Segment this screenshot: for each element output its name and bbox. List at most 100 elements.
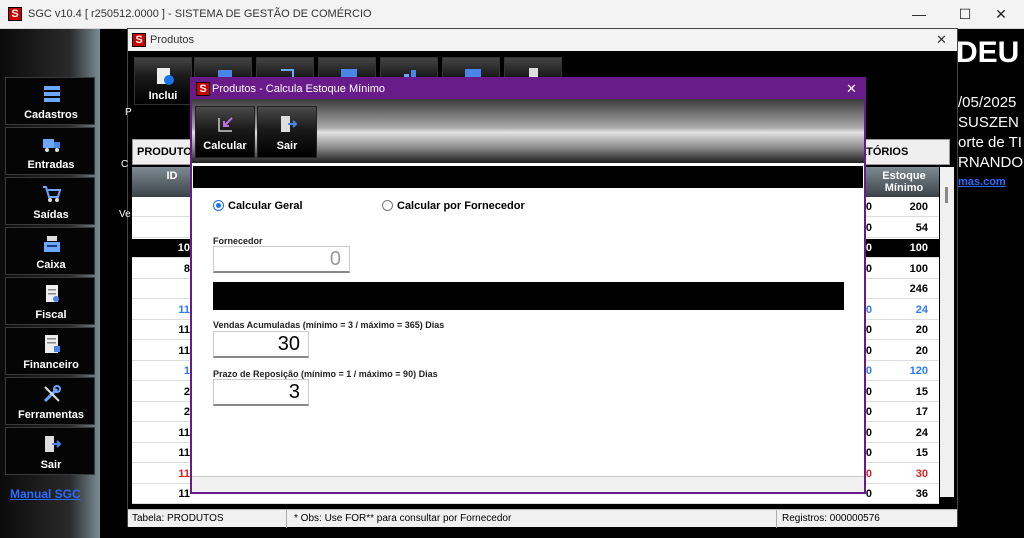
fornecedor-field[interactable]: 0 [213, 246, 350, 273]
main-window-title: SGC v10.4 [ r250512.0000 ] - SISTEMA DE … [28, 8, 372, 20]
prazo-reposicao-field[interactable]: 3 [213, 379, 309, 406]
cell-estoque-minimo: 100 [909, 242, 928, 254]
sidebar-item-ferramentas[interactable]: Ferramentas [5, 377, 95, 425]
produtos-close-button[interactable]: ✕ [936, 32, 947, 48]
sidebar-item-cadastros[interactable]: Cadastros [5, 77, 95, 125]
cell-id: 1 [183, 365, 190, 377]
cell-id: 11 [178, 426, 190, 439]
sidebar-item-label: Fiscal [35, 309, 67, 321]
radio-calcular-por-fornecedor[interactable]: Calcular por Fornecedor [382, 200, 525, 212]
scrollbar-thumb[interactable] [945, 187, 948, 203]
dialog-title: Produtos - Calcula Estoque Mínimo [212, 83, 386, 95]
cart-icon [43, 186, 62, 202]
sidebar-item-label: Saídas [33, 209, 69, 221]
calculate-icon [218, 117, 233, 132]
radio-unselected-indicator[interactable] [382, 200, 393, 211]
status-table: Tabela: PRODUTOS [132, 513, 224, 524]
tab-produto[interactable]: PRODUTO [132, 139, 194, 165]
produtos-title-bar: S Produtos ✕ [128, 29, 957, 51]
side-letter-p: P [125, 107, 132, 118]
radio-calcular-geral[interactable]: Calcular Geral [213, 200, 303, 212]
cell-id: 11 [178, 324, 190, 336]
cell-estoque-minimo: 20 [915, 324, 928, 336]
add-document-icon [157, 68, 174, 85]
radio-calcular-geral-label: Calcular Geral [228, 200, 303, 212]
sidebar-item-sair[interactable]: Sair [5, 427, 95, 475]
manual-sgc-link[interactable]: Manual SGC [10, 487, 81, 501]
cell-estoque-minimo: 24 [915, 426, 928, 439]
cell-estoque-minimo: 15 [915, 447, 928, 459]
vendas-acumuladas-field[interactable]: 30 [213, 331, 309, 358]
sair-button[interactable]: Sair [257, 106, 317, 158]
sidebar-item-label: Financeiro [23, 359, 79, 371]
cell-estoque-minimo: 120 [909, 365, 928, 377]
calcula-estoque-minimo-dialog: S Produtos - Calcula Estoque Mínimo ✕ Ca… [190, 77, 866, 494]
cell-id: 2 [183, 385, 190, 398]
close-button[interactable]: ✕ [978, 0, 1024, 29]
sidebar-item-caixa[interactable]: Caixa [5, 227, 95, 275]
main-sidebar: Cadastros Entradas Saídas Caixa Fiscal F… [0, 29, 100, 538]
status-divider [776, 510, 777, 528]
cell-estoque-minimo: 30 [915, 467, 928, 480]
tools-icon [43, 385, 61, 403]
sidebar-item-entradas[interactable]: Entradas [5, 127, 95, 175]
status-registros: Registros: 000000576 [782, 513, 880, 524]
app-logo: S [8, 7, 22, 21]
vendas-acumuladas-label: Vendas Acumuladas (mínimo = 3 / máximo =… [213, 320, 445, 330]
dialog-title-bar: S Produtos - Calcula Estoque Mínimo ✕ [192, 79, 864, 99]
dialog-close-button[interactable]: ✕ [846, 81, 857, 97]
dialog-header-band [193, 166, 863, 188]
user-text: SUSZEN [958, 114, 1019, 131]
sidebar-item-financeiro[interactable]: Financeiro [5, 327, 95, 375]
column-header-estoque-minimo[interactable]: Estoque Mínimo [876, 170, 932, 194]
cell-id: 2 [183, 406, 190, 418]
toolbar-button-label: Sair [276, 140, 298, 152]
radio-selected-indicator[interactable] [213, 200, 224, 211]
prazo-reposicao-label: Prazo de Reposição (mínimo = 1 / máximo … [213, 369, 438, 379]
toolbar-button-label: Inclui [148, 90, 178, 102]
site-link[interactable]: mas.com [958, 176, 1006, 188]
app-logo: S [196, 82, 210, 96]
cell-estoque-minimo: 24 [915, 303, 928, 316]
support-text: orte de TI [958, 134, 1022, 151]
fornecedor-label: Fornecedor [213, 236, 263, 246]
name-text: RNANDO [958, 154, 1024, 171]
dialog-status-bar [192, 476, 864, 492]
database-icon [44, 86, 60, 102]
cell-id: 11 [178, 303, 190, 316]
cell-estoque-minimo: 17 [915, 406, 928, 418]
cell-estoque-minimo: 54 [915, 221, 928, 234]
toolbar-button-label: Calcular [203, 140, 247, 152]
truck-icon [43, 139, 60, 152]
cell-id: 11 [178, 447, 190, 459]
side-letter-c: C [121, 159, 129, 170]
exit-door-icon [281, 116, 298, 132]
cell-estoque-minimo: 36 [915, 488, 928, 500]
cell-id: 11 [178, 488, 190, 500]
sidebar-item-fiscal[interactable]: Fiscal [5, 277, 95, 325]
calcular-button[interactable]: Calcular [195, 106, 255, 158]
sidebar-item-saidas[interactable]: Saídas [5, 177, 95, 225]
toolbar-inclui-button[interactable]: Inclui [134, 57, 192, 105]
sidebar-item-label: Cadastros [24, 109, 78, 121]
minimize-button[interactable]: — [896, 0, 942, 29]
sidebar-item-label: Entradas [27, 159, 75, 171]
grid-scrollbar[interactable] [940, 167, 954, 497]
date-text: /05/2025 [958, 94, 1017, 111]
brand-text: DEU [956, 36, 1020, 69]
exit-door-icon [45, 436, 62, 452]
cell-estoque-minimo: 15 [915, 385, 928, 398]
produtos-window-title: Produtos [150, 34, 195, 46]
cell-id: 11 [178, 467, 190, 480]
cell-id: 8 [183, 262, 190, 275]
document-icon [46, 285, 59, 302]
cell-estoque-minimo: 100 [909, 262, 928, 275]
cash-register-icon [44, 236, 60, 252]
sidebar-item-label: Sair [40, 459, 62, 471]
cell-id: 10 [177, 242, 190, 254]
app-logo: S [132, 33, 146, 47]
cell-estoque-minimo: 246 [909, 283, 928, 295]
dialog-middle-band [213, 282, 844, 310]
main-title-bar: S SGC v10.4 [ r250512.0000 ] - SISTEMA D… [0, 0, 1024, 29]
tab-relatorios[interactable]: ATÓRIOS [854, 139, 950, 165]
